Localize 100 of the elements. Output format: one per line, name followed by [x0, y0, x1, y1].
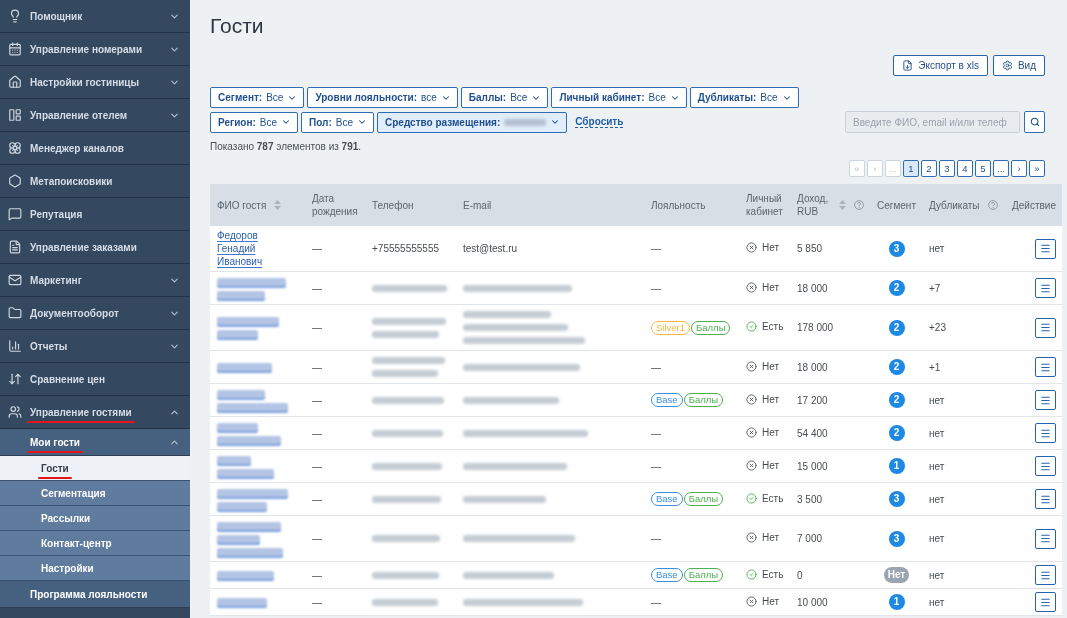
sidebar-subitem[interactable]: Рассылки [0, 506, 190, 531]
up-down-arrows-icon [8, 372, 22, 386]
row-menu-button[interactable] [1035, 592, 1056, 612]
menu-icon [1040, 596, 1051, 608]
column-header: E-mail [463, 198, 492, 212]
column-header: Личный кабинет [746, 192, 784, 218]
filter-dropdown[interactable]: Уровни лояльности: все [307, 87, 458, 108]
bar-chart-icon [8, 339, 22, 353]
page-button[interactable]: 1 [903, 160, 919, 177]
reset-link[interactable]: Сбросить [575, 116, 624, 128]
date-text: — [312, 427, 322, 439]
loyalty-tag: Base [651, 492, 683, 506]
filter-dropdown[interactable]: Пол: Все [301, 111, 374, 133]
cabinet-status: Нет [762, 458, 780, 472]
loyalty-tag: Баллы [683, 393, 724, 407]
segment-badge: Нет [883, 567, 910, 583]
segment-badge: 2 [888, 359, 905, 375]
sidebar-subitem[interactable]: Мои гости [0, 429, 190, 456]
row-menu-button[interactable] [1035, 317, 1056, 338]
row-menu-button[interactable] [1035, 238, 1056, 259]
row-menu-button[interactable] [1035, 528, 1056, 549]
income-value: 5 850 [797, 243, 823, 254]
date-text: — [312, 394, 322, 406]
dash-text: — [651, 596, 661, 608]
page-button[interactable]: 3 [939, 160, 955, 177]
date-text: — [312, 569, 322, 581]
sidebar-subitem[interactable]: Настройки [0, 556, 190, 581]
search-button[interactable] [1024, 111, 1045, 133]
duplicates-value: +23 [929, 322, 946, 333]
menu-icon [1040, 427, 1051, 439]
sidebar-subitem[interactable]: Контакт-центр [0, 531, 190, 556]
toolbar-button[interactable]: Вид [992, 55, 1045, 76]
house-icon [8, 75, 22, 89]
filter-dropdown[interactable]: Баллы: Все [460, 87, 549, 108]
row-menu-button[interactable] [1035, 357, 1056, 377]
users-icon [8, 405, 22, 419]
row-menu-button[interactable] [1035, 565, 1056, 585]
income-value: 17 200 [797, 394, 828, 406]
filter-dropdown[interactable]: Регион: Все [210, 111, 298, 133]
page-button[interactable]: 4 [957, 160, 973, 177]
flower-icon [8, 141, 22, 155]
sidebar-subitem[interactable]: Сегментация [0, 481, 190, 506]
page-button[interactable]: » [1029, 160, 1045, 177]
page-button[interactable]: › [1011, 160, 1027, 177]
cabinet-status: Нет [762, 392, 780, 406]
filter-dropdown[interactable]: Личный кабинет: Все [551, 87, 687, 108]
chevron-icon [281, 117, 291, 127]
duplicates-value: нет [929, 460, 945, 472]
date-text: — [312, 596, 322, 608]
envelope-icon [8, 273, 22, 287]
dash-text: — [651, 533, 661, 544]
segment-badge: 2 [888, 425, 905, 441]
row-menu-button[interactable] [1035, 278, 1056, 298]
row-menu-button[interactable] [1035, 423, 1056, 443]
search-field[interactable]: Введите ФИО, email и/или телеф [845, 111, 1020, 133]
panel-icon [8, 108, 22, 122]
menu-icon [1040, 361, 1051, 373]
page-button[interactable]: 2 [921, 160, 937, 177]
settings-icon [1001, 60, 1013, 71]
page-button[interactable]: ... [993, 160, 1009, 177]
segment-badge: 2 [888, 280, 905, 296]
column-header: Дата рождения [312, 192, 359, 218]
loyalty-tag: Баллы [691, 320, 731, 335]
loyalty-tag: Base [651, 393, 683, 407]
row-menu-button[interactable] [1035, 489, 1056, 509]
toolbar-button[interactable]: Экспорт в xls [893, 55, 988, 76]
filter-dropdown[interactable]: Дубликаты: Все [689, 87, 799, 108]
dash-text: — [651, 361, 661, 373]
column-header: Лояльность [651, 198, 706, 212]
segment-badge: 2 [888, 392, 905, 408]
page-button[interactable]: 5 [975, 160, 991, 177]
filter-dropdown[interactable]: Средство размещения: [377, 111, 568, 133]
phone-text: +75555555555 [372, 242, 440, 255]
email-text: test@test.ru [463, 242, 518, 255]
duplicates-value: нет [929, 493, 945, 505]
date-text: — [312, 533, 322, 544]
duplicates-value: нет [929, 596, 945, 608]
duplicates-value: +7 [929, 282, 941, 294]
row-menu-button[interactable] [1035, 456, 1056, 476]
sidebar-subitem[interactable]: Программа лояльности [0, 581, 190, 608]
dash-text: — [651, 460, 661, 472]
loyalty-tag: Баллы [683, 492, 724, 506]
filter-dropdown[interactable]: Сегмент: Все [210, 87, 305, 108]
guest-name-link[interactable]: Федоров Генадий Иванович [217, 229, 283, 268]
duplicates-value: нет [929, 394, 945, 406]
income-value: 178 000 [797, 322, 834, 333]
sidebar-subitem[interactable]: Гости [0, 456, 190, 481]
duplicates-value: нет [929, 569, 945, 581]
row-menu-button[interactable] [1035, 390, 1056, 410]
column-header: Действие [1012, 198, 1056, 212]
menu-icon [1040, 493, 1051, 505]
menu-icon [1040, 394, 1051, 406]
column-header: Дубликаты [929, 198, 980, 212]
income-value: 54 400 [797, 427, 828, 439]
cabinet-status: Есть [762, 491, 784, 505]
cabinet-status: Нет [762, 594, 780, 608]
income-value: 18 000 [797, 282, 828, 294]
loyalty-tag: Баллы [683, 568, 724, 582]
segment-badge: 3 [888, 530, 905, 547]
column-header: Телефон [372, 198, 414, 212]
